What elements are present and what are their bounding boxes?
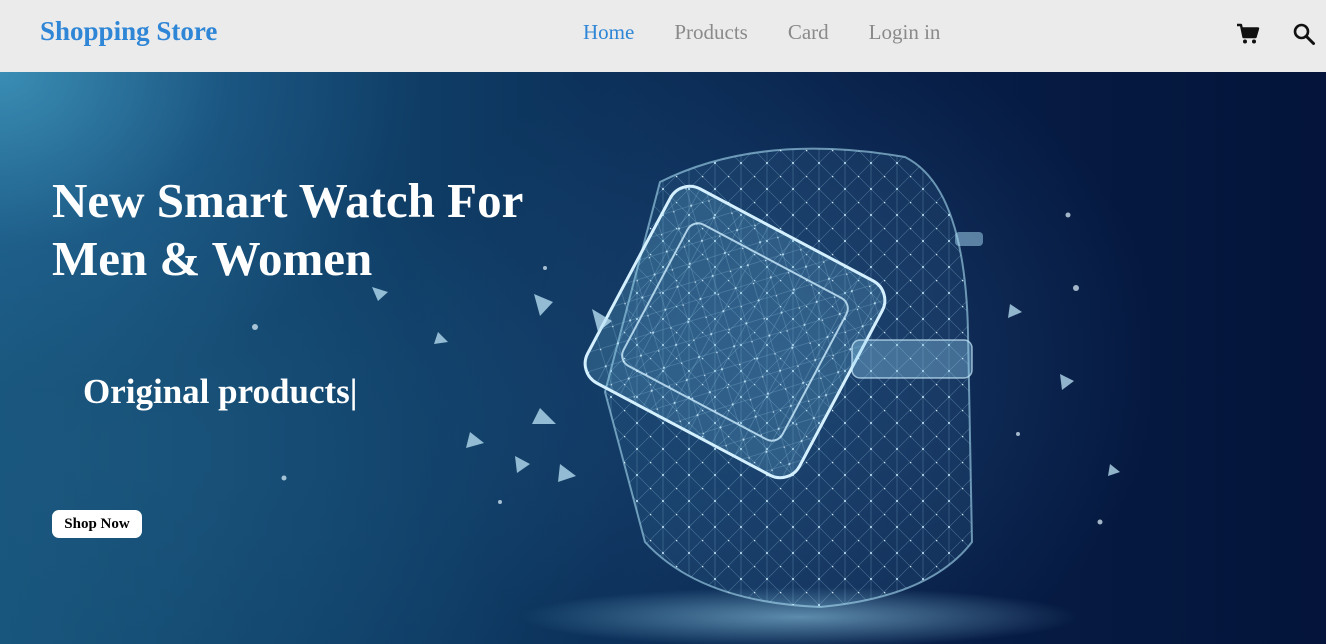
hero-title-line-2: Men & Women xyxy=(52,231,373,286)
hero-banner: New Smart Watch For Men & Women Original… xyxy=(0,72,1326,644)
smart-watch-image xyxy=(252,147,1120,644)
nav-link-login[interactable]: Login in xyxy=(869,20,941,45)
hero-title: New Smart Watch For Men & Women xyxy=(52,172,592,288)
hero-subtitle: Original products| xyxy=(83,372,358,411)
hero-title-line-1: New Smart Watch For xyxy=(52,173,524,228)
nav-link-card[interactable]: Card xyxy=(788,20,829,45)
cart-icon[interactable] xyxy=(1236,22,1260,46)
search-icon[interactable] xyxy=(1292,22,1316,46)
shop-now-button[interactable]: Shop Now xyxy=(52,510,142,538)
navbar: Shopping Store Home Products Card Login … xyxy=(0,0,1326,72)
nav-link-home[interactable]: Home xyxy=(583,20,634,45)
brand-logo[interactable]: Shopping Store xyxy=(40,16,217,47)
nav-link-products[interactable]: Products xyxy=(674,20,748,45)
nav-links: Home Products Card Login in xyxy=(583,20,940,45)
